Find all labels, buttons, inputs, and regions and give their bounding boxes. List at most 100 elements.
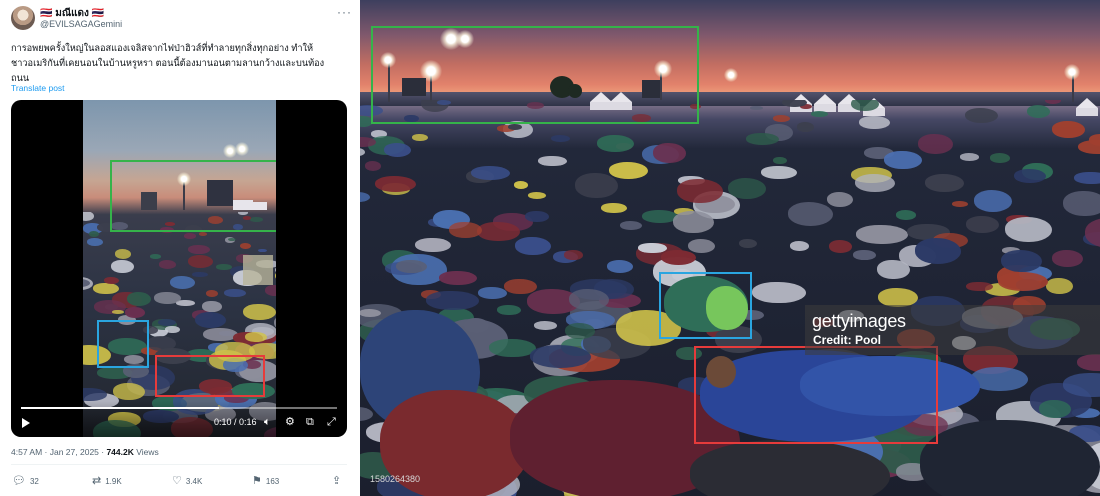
sleeping-bag <box>415 238 451 253</box>
sleeping-bag <box>563 249 583 261</box>
bookmark-icon: ⚑ <box>252 475 262 487</box>
sleeping-bag <box>728 178 766 199</box>
sleeping-bag <box>1039 400 1071 419</box>
sleeping-bag <box>895 210 917 220</box>
sleeping-bag <box>463 317 489 334</box>
sleeping-bag <box>676 178 723 204</box>
sleeping-bag <box>853 250 876 261</box>
sleeping-bag <box>608 161 649 179</box>
like-count: 3.4K <box>185 476 203 486</box>
sleeping-bag <box>507 123 523 130</box>
like-button[interactable]: ♡ 3.4K <box>172 475 202 487</box>
sleeping-bag <box>854 173 895 192</box>
sleeping-bag <box>1076 354 1100 372</box>
sleeping-bag <box>773 156 788 165</box>
tweet-timestamp[interactable]: 4:57 AM · Jan 27, 2025 · <box>11 447 106 457</box>
sleeping-bag <box>192 271 209 278</box>
more-options-icon[interactable]: ··· <box>337 5 352 19</box>
tweet-card: 🇹🇭 มณีแดง 🇹🇭 @EVILSAGAGemini ··· การอพยพ… <box>0 0 356 496</box>
sleeping-bag <box>739 239 757 249</box>
sleeping-bag <box>184 233 197 239</box>
sleeping-bag <box>855 225 908 245</box>
tweet-text: การอพยพครั้งใหญ่ในลอสแองเจลิสจากไฟป่าฮิว… <box>11 41 347 86</box>
repost-button[interactable]: ⇄ 1.9K <box>92 475 122 487</box>
sleeping-bag <box>752 282 806 304</box>
sleeping-bag <box>258 248 267 253</box>
sleeping-bag <box>223 288 247 298</box>
sleeping-bag <box>989 153 1011 163</box>
video-timecode: 0:10 / 0:16 <box>214 417 257 427</box>
sleeping-bag <box>925 173 965 192</box>
video-player[interactable]: 0:10 / 0:16 🔈︎ ⚙︎ ⧉ ⤢ <box>11 100 347 437</box>
stadium-light <box>235 142 249 156</box>
sleeping-bag <box>964 108 998 123</box>
sleeping-bag <box>619 221 642 230</box>
tweet-meta: 4:57 AM · Jan 27, 2025 · 744.2K Views <box>11 447 159 457</box>
sleeping-bag <box>538 155 568 167</box>
sleeping-bag <box>514 181 529 189</box>
sleeping-bag <box>187 254 214 268</box>
sleeping-bag <box>149 254 162 259</box>
sleeping-bag <box>86 238 103 247</box>
sleeping-bag <box>859 116 891 130</box>
sleeping-bag <box>154 291 181 304</box>
settings-icon[interactable]: ⚙︎ <box>285 415 295 429</box>
sleeping-bag <box>489 338 536 358</box>
volume-icon[interactable]: 🔈︎ <box>264 415 271 429</box>
sleeping-bag <box>1000 249 1042 272</box>
sleeping-bag <box>530 345 591 368</box>
translate-post-link[interactable]: Translate post <box>11 83 65 93</box>
reply-icon: 💬︎ <box>12 475 26 487</box>
sleeping-bag <box>426 290 479 311</box>
sleeping-bag <box>750 105 763 111</box>
gettyimages-logo: gettyimages <box>812 311 906 331</box>
sleeping-bag <box>205 290 219 298</box>
sleeping-bag <box>195 312 227 328</box>
tweet-text-line: ชาวอเมริกันที่เคยนอนในบ้านหรูหรา ตอนนี้ต… <box>11 58 325 68</box>
reply-button[interactable]: 💬︎ 32 <box>12 475 39 487</box>
sleeping-bag <box>478 286 508 299</box>
share-button[interactable]: ⇪ <box>332 475 341 487</box>
fullscreen-icon[interactable]: ⤢ <box>327 415 336 429</box>
sleeping-bag <box>365 161 381 171</box>
bookmark-count: 163 <box>265 476 280 486</box>
bookmark-button[interactable]: ⚑ 163 <box>252 475 279 487</box>
sleeping-bag <box>687 239 715 253</box>
sleeping-bag <box>1014 169 1047 184</box>
sleeping-bag <box>746 133 780 146</box>
sleeping-bag <box>973 190 1013 212</box>
sleeping-bag <box>638 242 667 254</box>
sleeping-bag <box>850 100 880 112</box>
annotation-box-green <box>110 160 276 232</box>
avatar[interactable] <box>11 6 35 30</box>
sleeping-bag <box>761 166 797 180</box>
sleeping-bag <box>959 153 979 161</box>
photo-id: 1580264380 <box>370 474 421 484</box>
sleeping-bag <box>470 166 510 181</box>
sleeping-bag <box>126 292 151 306</box>
play-icon[interactable] <box>22 418 30 428</box>
sleeping-bag <box>915 238 961 264</box>
sleeping-bag <box>601 203 627 214</box>
sleeping-bag <box>597 135 634 153</box>
sleeping-bag <box>496 304 521 316</box>
photo-credit: Credit: Pool <box>813 333 881 347</box>
sleeping-bag <box>124 306 145 318</box>
sleeping-bag <box>797 122 814 133</box>
divider <box>11 464 347 465</box>
sleeping-bag <box>239 242 251 249</box>
sleeping-bag <box>884 150 923 170</box>
dock-icon[interactable]: ⧉ <box>306 415 314 429</box>
annotation-box-red <box>155 355 265 397</box>
sleeping-bag <box>810 110 829 118</box>
user-handle[interactable]: @EVILSAGAGemini <box>40 19 122 29</box>
stadium-light <box>1064 64 1080 80</box>
video-progress-bar[interactable] <box>21 407 337 409</box>
sleeping-bag <box>360 147 365 157</box>
sleeping-bag <box>476 221 520 242</box>
sleeping-bag <box>374 176 417 192</box>
sleeping-bag <box>568 289 609 311</box>
sleeping-bag <box>104 276 119 284</box>
annotation-box-blue <box>97 320 149 368</box>
share-icon: ⇪ <box>332 475 342 487</box>
